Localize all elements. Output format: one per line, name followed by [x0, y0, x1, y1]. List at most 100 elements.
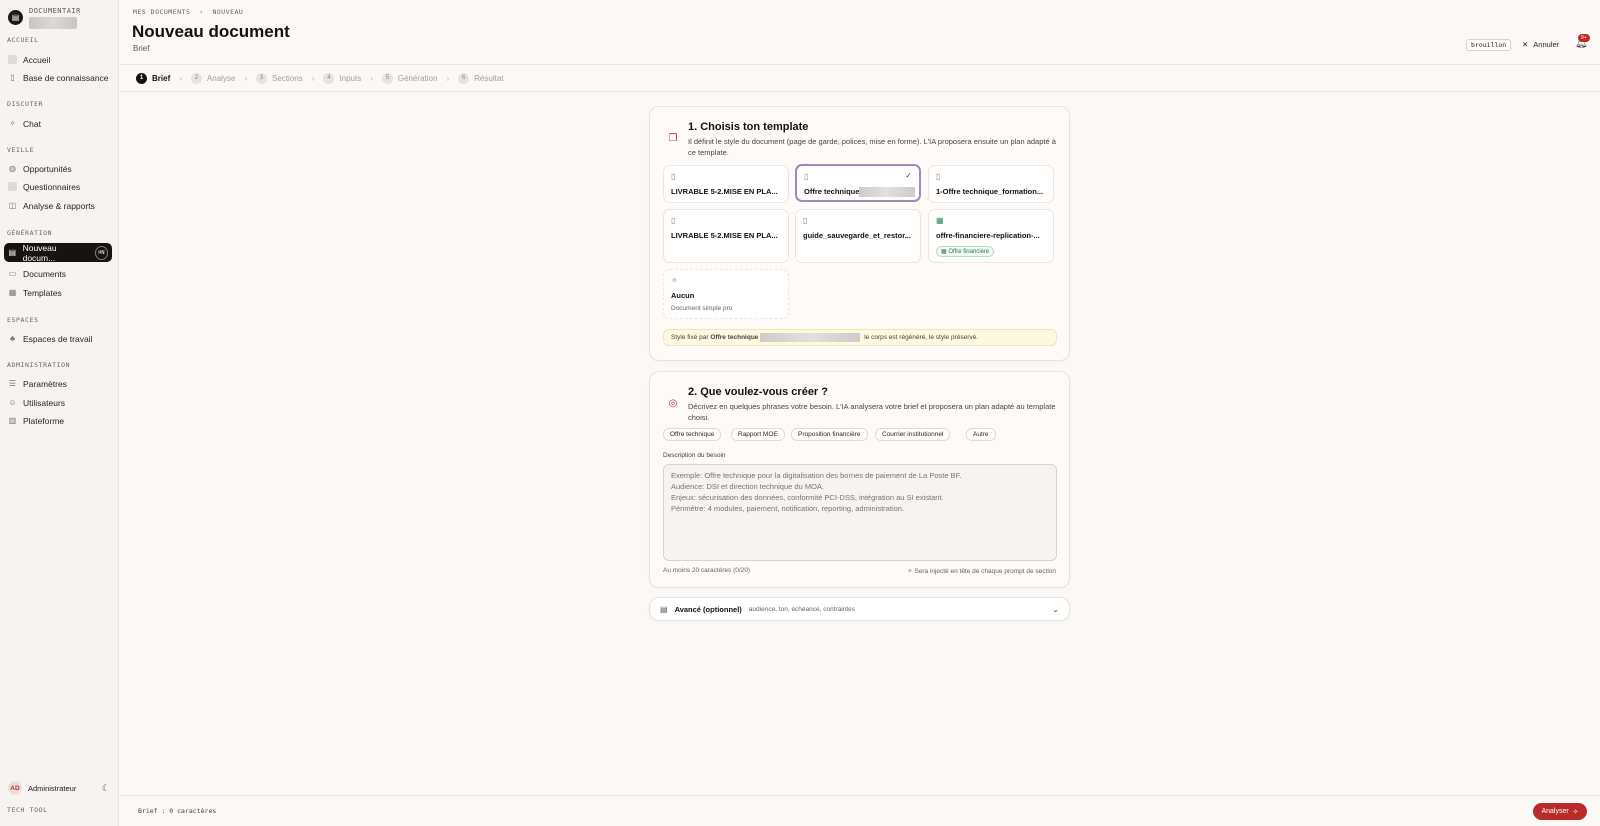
page-footer: Brief : 0 caractères Analyser ✧	[120, 795, 1600, 826]
sidebar-item-espaces-de-travail[interactable]: ♣ Espaces de travail	[4, 329, 112, 348]
step-number: 6	[458, 72, 470, 84]
user-menu[interactable]: AD Administrateur ☾	[8, 781, 110, 795]
template-option[interactable]: ▯ guide_sauvegarde_et_restor...	[795, 209, 921, 263]
sidebar-item-label: Templates	[23, 287, 62, 298]
step-number: 3	[256, 72, 268, 84]
file-icon: ▯	[803, 216, 808, 225]
cancel-button[interactable]: ✕ Annuler	[1522, 40, 1559, 49]
template-option[interactable]: ▯ 1-Offre technique_formation...	[928, 165, 1054, 203]
template-option[interactable]: ▯ LIVRABLE 5-2.MISE EN PLA...	[663, 209, 789, 263]
template-tag-label: Offre financière	[948, 249, 990, 255]
template-option[interactable]: ▯ LIVRABLE 5-2.MISE EN PLA...	[663, 165, 789, 203]
advanced-sub: audience, ton, échéance, contraintes	[748, 605, 856, 613]
step-generation[interactable]: 5 Génération	[381, 72, 437, 84]
home-icon	[8, 55, 17, 64]
notice-bold: Offre technique	[710, 334, 759, 341]
section-veille: VEILLE	[7, 146, 35, 154]
step-brief[interactable]: 1 Brief	[136, 72, 170, 84]
template-option-selected[interactable]: ▯ ✓ Offre technique	[795, 164, 921, 202]
template-name: LIVRABLE 5-2.MISE EN PLA...	[671, 231, 778, 240]
sidebar-item-label: Paramètres	[23, 378, 67, 389]
sidebar-item-accueil[interactable]: Accueil	[4, 50, 112, 69]
template-sub: Document simple pro	[671, 305, 733, 312]
template-option-none[interactable]: ✧ Aucun Document simple pro	[663, 269, 789, 319]
template-option[interactable]: ▦ offre-financiere-replication-... ▦ Offre…	[928, 209, 1054, 263]
chevron-right-icon: ›	[446, 73, 450, 83]
chevron-right-icon: ›	[370, 73, 373, 83]
copy-icon: ❐	[668, 132, 678, 144]
sidebar-item-label: Analyse & rapports	[23, 200, 95, 211]
step-sections[interactable]: 3 Sections	[256, 72, 303, 84]
stepper: 1 Brief › 2 Analyse › 3 Sections › 4 Inputs …	[120, 65, 1600, 92]
brief-section-desc: Décrivez en quelques phrases votre besoi…	[688, 402, 1056, 422]
sliders-icon: ☰	[8, 379, 17, 388]
page-subtitle: Brief	[133, 44, 150, 53]
template-card: ❐ 1. Choisis ton template Il définit le …	[649, 106, 1070, 361]
chip-offre-technique[interactable]: Offre technique	[663, 428, 722, 441]
chevron-right-icon: ›	[179, 73, 182, 83]
step-number: 1	[136, 72, 147, 84]
sidebar-item-chat[interactable]: ✧ Chat	[4, 114, 112, 133]
avatar: AD	[8, 781, 22, 795]
advanced-title: Avancé (optionnel)	[674, 604, 742, 614]
sidebar-item-label: Plateforme	[23, 415, 65, 426]
chip-autre[interactable]: Autre	[966, 428, 996, 441]
sidebar-item-documents[interactable]: ▭ Documents	[4, 264, 112, 283]
step-label: Sections	[272, 73, 303, 83]
sidebar-item-parametres[interactable]: ☰ Paramètres	[4, 374, 112, 393]
sidebar-item-label: Nouveau docum...	[22, 242, 57, 263]
file-icon: ▯	[936, 172, 941, 181]
brief-count: Brief : 0 caractères	[138, 807, 217, 815]
description-label: Description du besoin	[663, 452, 726, 459]
sidebar-item-nouveau-document[interactable]: ▤ Nouveau docum... ⌘N	[4, 242, 112, 263]
template-name: offre-financiere-replication-...	[936, 231, 1040, 240]
description-textarea[interactable]	[663, 464, 1057, 561]
sidebar: ▤ DOCUMENTAIR ACCUEIL Accueil ▯ Base de c…	[0, 0, 119, 826]
inject-hint-label: Sera injecté en tête de chaque prompt de…	[914, 568, 1056, 575]
sidebar-item-opportunites[interactable]: ◍ Opportunités	[4, 159, 112, 178]
chip-proposition-financiere[interactable]: Proposition financière	[791, 428, 868, 441]
section-espaces: ESPACES	[7, 316, 39, 324]
breadcrumb[interactable]: MES DOCUMENTS › NOUVEAU	[133, 8, 243, 16]
advanced-toggle[interactable]: ▤ Avancé (optionnel) audience, ton, éché…	[649, 597, 1070, 621]
analyse-button[interactable]: Analyser ✧	[1533, 803, 1587, 820]
section-discuter: DISCUTER	[7, 100, 44, 108]
sidebar-item-utilisateurs[interactable]: ☺ Utilisateurs	[4, 393, 112, 412]
file-icon: ▯	[671, 216, 676, 225]
sidebar-item-questionnaires[interactable]: Questionnaires	[4, 177, 112, 196]
chip-courrier-institutionnel[interactable]: Courrier institutionnel	[875, 428, 951, 441]
step-inputs[interactable]: 4 Inputs	[323, 72, 361, 84]
brand[interactable]: ▤ DOCUMENTAIR	[8, 7, 81, 29]
chevron-right-icon: ›	[311, 73, 315, 83]
page-title: Nouveau document	[132, 22, 290, 41]
redacted-text	[760, 333, 861, 342]
sidebar-item-label: Documents	[23, 268, 66, 279]
template-tag: ▦ Offre financière	[936, 246, 995, 257]
logo-icon: ▤	[8, 10, 23, 25]
char-hint: Au moins 20 caractères (0/20)	[663, 567, 751, 574]
step-label: Résultat	[474, 73, 504, 83]
chevron-down-icon: ⌄	[1052, 604, 1059, 614]
sidebar-item-label: Accueil	[23, 54, 51, 65]
file-plus-icon: ▤	[8, 248, 17, 257]
sidebar-item-templates[interactable]: ▦ Templates	[4, 283, 112, 302]
step-analyse[interactable]: 2 Analyse	[190, 72, 235, 84]
check-icon: ✓	[905, 171, 912, 180]
notification-badge: 9+	[1578, 34, 1590, 42]
notice-prefix: Style fixé par	[671, 334, 709, 341]
sidebar-item-base-de-connaissance[interactable]: ▯ Base de connaissance	[4, 68, 112, 87]
notice-suffix: le corps est régénéré, le style préservé…	[864, 334, 979, 341]
step-resultat[interactable]: 6 Résultat	[458, 72, 504, 84]
chip-rapport-moe[interactable]: Rapport MOE	[731, 428, 785, 441]
moon-icon[interactable]: ☾	[102, 783, 110, 794]
sidebar-item-analyse-rapports[interactable]: ◫ Analyse & rapports	[4, 196, 112, 215]
style-notice: Style fixé par Offre technique le corps …	[663, 329, 1057, 346]
template-name: 1-Offre technique_formation...	[936, 187, 1044, 196]
sidebar-item-label: Questionnaires	[23, 181, 81, 192]
file-icon: ▯	[671, 172, 676, 181]
book-icon: ▯	[10, 73, 15, 82]
file-icon: ▤	[660, 604, 668, 614]
brief-section-title: 2. Que voulez-vous créer ?	[688, 386, 828, 398]
template-name: guide_sauvegarde_et_restor...	[803, 231, 911, 240]
sidebar-item-plateforme[interactable]: ▥ Plateforme	[4, 411, 112, 430]
